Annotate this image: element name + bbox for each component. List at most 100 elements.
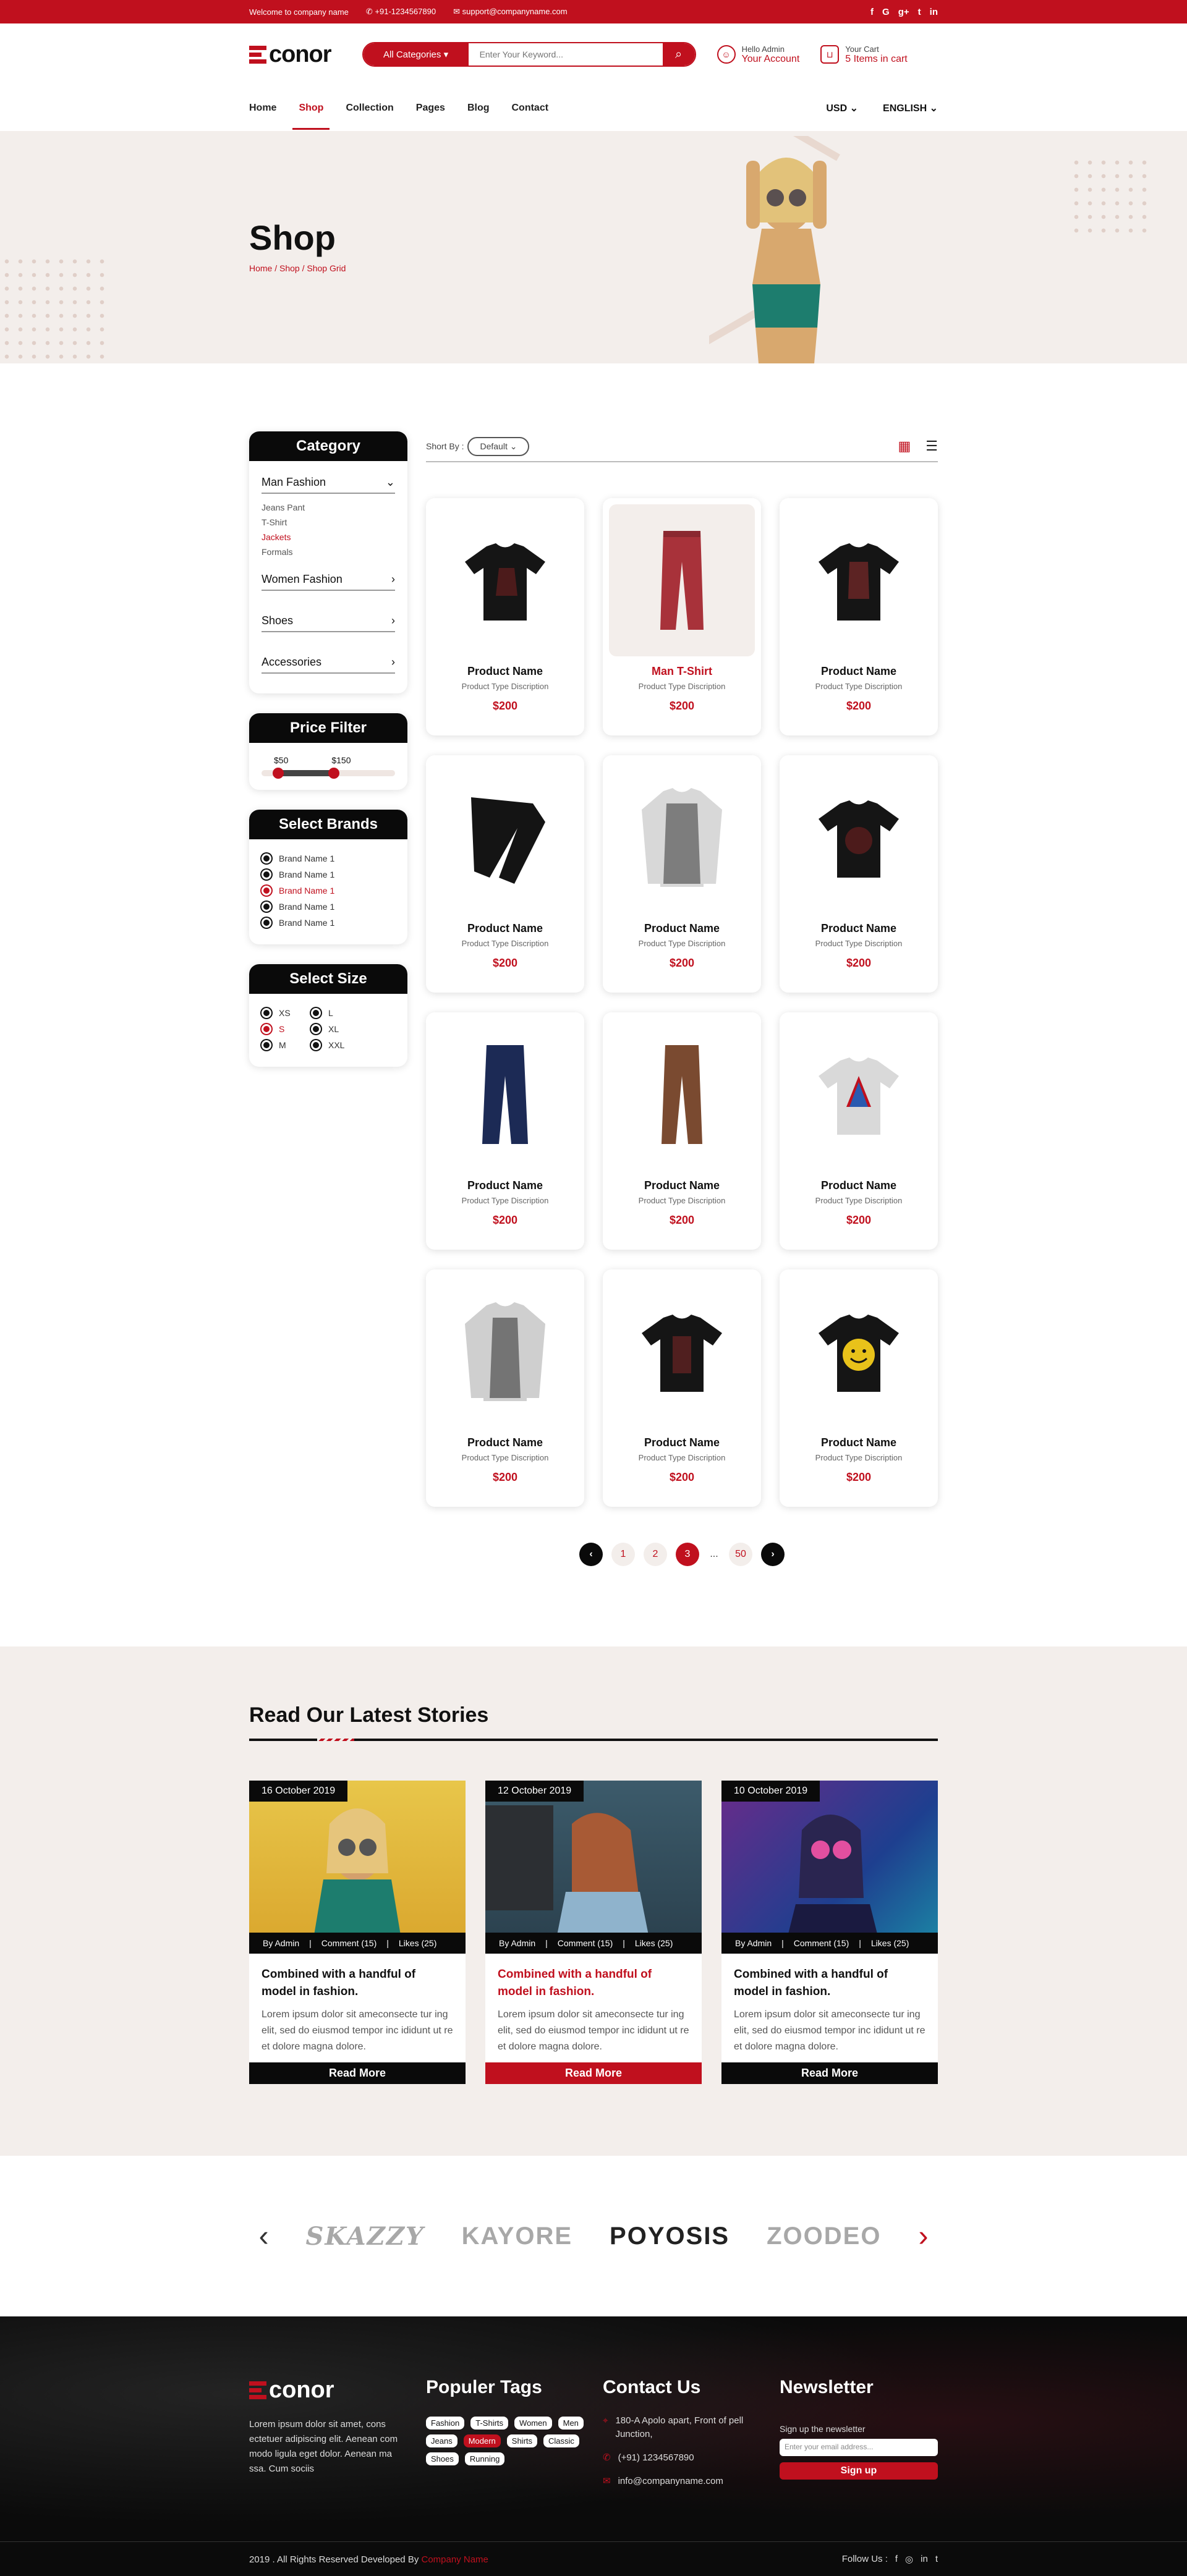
category-shoes[interactable]: Shoes › [262, 609, 395, 632]
product-card[interactable]: Man T-Shirt Product Type Discription $200 [603, 498, 761, 735]
size-option[interactable]: L [311, 1005, 360, 1021]
contact-phone[interactable]: (+91) 1234567890 [618, 2451, 694, 2465]
tag[interactable]: Classic [543, 2434, 579, 2447]
post-title[interactable]: Combined with a handful of model in fash… [485, 1954, 702, 2001]
sort-select[interactable]: Default ⌄ [467, 436, 530, 456]
subcategory-item[interactable]: T-Shirt [262, 515, 395, 530]
product-name[interactable]: Product Name [786, 665, 932, 678]
subcategory-item[interactable]: Jackets [262, 530, 395, 544]
contact-email[interactable]: info@companyname.com [618, 2475, 723, 2488]
price-slider-track[interactable] [262, 768, 395, 779]
product-name[interactable]: Product Name [609, 922, 755, 935]
chevron-left-icon[interactable]: ‹ [259, 2219, 269, 2253]
page-link[interactable]: 50 [729, 1543, 752, 1566]
logo[interactable]: conor [249, 41, 332, 68]
nav-contact[interactable]: Contact [511, 87, 548, 130]
brand-logo[interactable]: KAYORE [462, 2222, 572, 2250]
nav-home[interactable]: Home [249, 87, 276, 130]
product-card[interactable]: Product Name Product Type Discription $200 [780, 1012, 938, 1250]
product-card[interactable]: Product Name Product Type Discription $200 [426, 498, 584, 735]
nav-pages[interactable]: Pages [416, 87, 445, 130]
product-card[interactable]: Product Name Product Type Discription $200 [780, 498, 938, 735]
product-card[interactable]: Product Name Product Type Discription $200 [603, 1269, 761, 1507]
read-more-button[interactable]: Read More [485, 2062, 702, 2084]
product-name[interactable]: Product Name [786, 1179, 932, 1192]
product-name[interactable]: Product Name [432, 1436, 578, 1449]
product-card[interactable]: Product Name Product Type Discription $200 [426, 755, 584, 993]
grid-view-icon[interactable]: ▦ [898, 438, 911, 454]
brand-option[interactable]: Brand Name 1 [262, 899, 395, 915]
product-image[interactable] [786, 761, 932, 913]
product-card[interactable]: Product Name Product Type Discription $200 [780, 1269, 938, 1507]
product-name[interactable]: Product Name [609, 1179, 755, 1192]
page-link-current[interactable]: 3 [676, 1543, 699, 1566]
size-option[interactable]: XS [262, 1005, 311, 1021]
category-man-fashion[interactable]: Man Fashion ⌄ [262, 471, 395, 494]
tag[interactable]: Men [558, 2417, 584, 2430]
twitter-icon[interactable]: t [918, 7, 921, 17]
product-image[interactable] [432, 761, 578, 913]
product-image[interactable] [786, 1276, 932, 1428]
product-name[interactable]: Man T-Shirt [609, 665, 755, 678]
nav-shop[interactable]: Shop [292, 87, 330, 130]
linkedin-icon[interactable]: in [921, 2554, 928, 2565]
tag[interactable]: Shoes [426, 2452, 459, 2465]
page-link[interactable]: 1 [611, 1543, 635, 1566]
size-option[interactable]: S [262, 1021, 311, 1037]
language-select[interactable]: ENGLISH ⌄ [883, 102, 938, 114]
product-name[interactable]: Product Name [432, 665, 578, 678]
size-option[interactable]: XXL [311, 1037, 360, 1053]
product-image[interactable] [609, 1276, 755, 1428]
brand-logo[interactable]: ZOODEO [767, 2222, 881, 2250]
tag[interactable]: Running [464, 2452, 505, 2465]
product-name[interactable]: Product Name [786, 922, 932, 935]
tag[interactable]: Modern [463, 2434, 501, 2447]
subcategory-item[interactable]: Formals [262, 544, 395, 559]
facebook-icon[interactable]: f [895, 2554, 898, 2565]
brand-option[interactable]: Brand Name 1 [262, 850, 395, 866]
tag[interactable]: Fashion [426, 2417, 465, 2430]
google-plus-icon[interactable]: g+ [898, 7, 909, 17]
nav-blog[interactable]: Blog [467, 87, 490, 130]
category-accessories[interactable]: Accessories › [262, 651, 395, 674]
product-image[interactable] [609, 761, 755, 913]
signup-button[interactable]: Sign up [780, 2462, 938, 2480]
post-title[interactable]: Combined with a handful of model in fash… [249, 1954, 466, 2001]
size-option[interactable]: XL [311, 1021, 360, 1037]
product-image[interactable] [786, 1019, 932, 1171]
newsletter-email-input[interactable]: Enter your email address... [780, 2439, 938, 2456]
search-input[interactable] [468, 43, 663, 66]
product-image[interactable] [432, 1276, 578, 1428]
subcategory-item[interactable]: Jeans Pant [262, 500, 395, 515]
page-link[interactable]: 2 [644, 1543, 667, 1566]
tag[interactable]: Women [514, 2417, 552, 2430]
prev-page-button[interactable]: ‹ [579, 1543, 603, 1566]
product-card[interactable]: Product Name Product Type Discription $200 [426, 1269, 584, 1507]
search-button[interactable]: ⌕ [662, 43, 695, 66]
blog-post[interactable]: 10 October 2019 By Admin | Comment (15) | Li… [721, 1781, 938, 2084]
product-image[interactable] [609, 1019, 755, 1171]
nav-collection[interactable]: Collection [346, 87, 393, 130]
brand-option[interactable]: Brand Name 1 [262, 883, 395, 899]
tag[interactable]: Jeans [426, 2434, 457, 2447]
product-image[interactable] [432, 504, 578, 656]
price-max-handle[interactable] [328, 768, 339, 779]
cart-link[interactable]: ⊔ Your Cart 5 Items in cart [820, 44, 908, 65]
read-more-button[interactable]: Read More [721, 2062, 938, 2084]
product-card[interactable]: Product Name Product Type Discription $200 [603, 755, 761, 993]
category-women-fashion[interactable]: Women Fashion › [262, 568, 395, 591]
brand-logo[interactable]: POYOSIS [610, 2222, 730, 2250]
google-icon[interactable]: G [882, 7, 890, 17]
product-image[interactable] [786, 504, 932, 656]
chevron-right-icon[interactable]: › [918, 2219, 928, 2253]
blog-post[interactable]: 12 October 2019 By Admin | Comment (15) | Li… [485, 1781, 702, 2084]
post-title[interactable]: Combined with a handful of model in fash… [721, 1954, 938, 2001]
product-name[interactable]: Product Name [786, 1436, 932, 1449]
instagram-icon[interactable]: ◎ [905, 2554, 913, 2565]
categories-dropdown[interactable]: All Categories ▾ [363, 43, 469, 66]
price-min-handle[interactable] [273, 768, 284, 779]
email-link[interactable]: ✉ support@companyname.com [453, 7, 568, 17]
size-option[interactable]: M [262, 1037, 311, 1053]
company-link[interactable]: Company Name [422, 2554, 488, 2565]
list-view-icon[interactable]: ☰ [925, 438, 938, 454]
